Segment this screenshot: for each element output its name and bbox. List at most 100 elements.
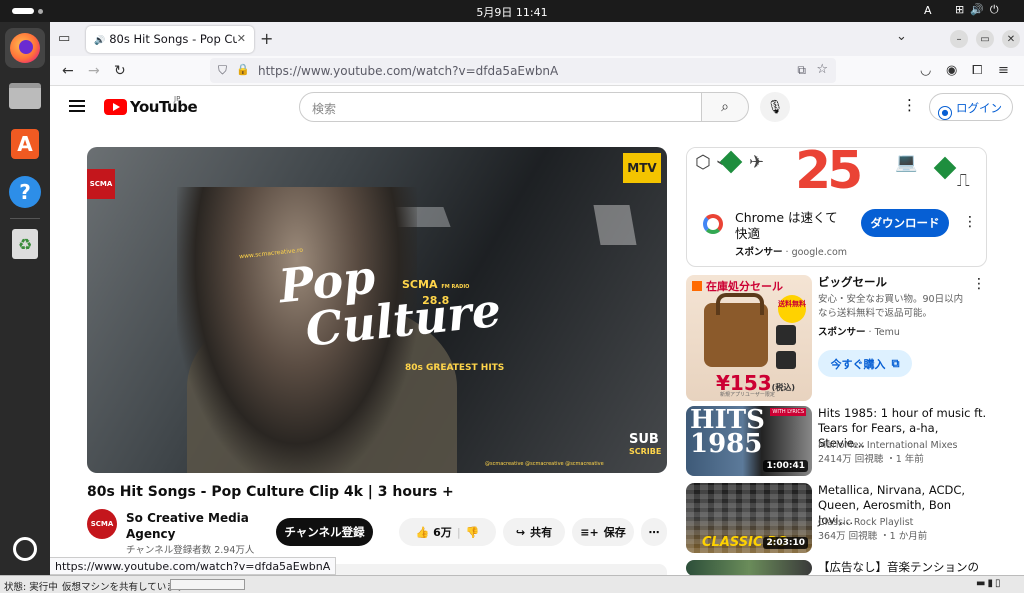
temu-ad-image[interactable]: 在庫処分セール 送料無料 ¥153(税込) 新規アプリユーザー限定 bbox=[686, 275, 812, 401]
login-label: ログイン bbox=[956, 101, 1002, 115]
buy-now-label: 今すぐ購入 bbox=[830, 357, 886, 371]
doodle-icon: ✈ bbox=[749, 152, 765, 173]
account-icon[interactable]: ◉ bbox=[946, 63, 957, 78]
video-thumbnail[interactable]: CLASSIC RO 2:03:10 bbox=[686, 483, 812, 553]
url-text[interactable]: https://www.youtube.com/watch?v=dfda5aEw… bbox=[258, 64, 558, 78]
like-count: 6万 bbox=[433, 526, 452, 539]
video-thumbnail[interactable] bbox=[686, 560, 812, 575]
app-center-icon[interactable]: A bbox=[5, 124, 45, 164]
ceiling-light bbox=[593, 205, 637, 245]
overlay-radio: SCMA FM RADIO 28.8 bbox=[402, 278, 469, 307]
overlay-subtitle: 80s GREATEST HITS bbox=[405, 363, 505, 373]
guide-menu-icon[interactable] bbox=[69, 100, 85, 112]
menu-icon[interactable]: ≡ bbox=[998, 63, 1009, 78]
share-button[interactable]: ↪ 共有 bbox=[503, 518, 565, 546]
extensions-icon[interactable]: ⧠ bbox=[972, 63, 982, 78]
video-thumbnail[interactable]: HITS 1985 WITH LYRICS 1:00:41 bbox=[686, 406, 812, 476]
gem-icon bbox=[933, 156, 957, 180]
speaker-icon[interactable]: 🔊 bbox=[94, 36, 105, 46]
system-tray-icons[interactable]: ⊞🔊⏻ bbox=[955, 3, 1005, 17]
channel-name[interactable]: So Creative Media Agency bbox=[126, 510, 266, 542]
tab-bar: ▭ 🔊 80s Hit Songs - Pop Cultu ✕ + ⌄ – ▭ ✕ bbox=[50, 22, 1024, 56]
google-g-icon bbox=[703, 214, 723, 234]
temu-ad-more-icon[interactable]: ⋮ bbox=[972, 276, 986, 292]
like-button[interactable]: 👍 6万 bbox=[416, 524, 452, 540]
minimize-icon[interactable]: – bbox=[950, 30, 968, 48]
back-icon[interactable]: ← bbox=[62, 63, 74, 79]
device-icons[interactable]: ▬▮▯ bbox=[976, 578, 1002, 589]
chevron-down-icon[interactable]: ⌄ bbox=[896, 29, 907, 44]
mtv-logo: MTV bbox=[623, 153, 661, 183]
scma-badge: SCMA bbox=[87, 169, 115, 199]
new-tab-icon[interactable]: + bbox=[260, 29, 273, 48]
shield-icon[interactable]: ⛉ bbox=[218, 63, 227, 78]
thumbs-up-icon: 👍 bbox=[415, 526, 430, 539]
ad-more-icon[interactable]: ⋮ bbox=[963, 214, 977, 230]
show-apps-icon[interactable] bbox=[13, 537, 37, 561]
related-video-channel[interactable]: Classic Rock Playlist bbox=[818, 516, 913, 530]
clock[interactable]: 5月9日 11:41 bbox=[0, 4, 1024, 20]
share-icon: ↪ bbox=[515, 525, 526, 539]
buy-now-button[interactable]: 今すぐ購入 ⧉ bbox=[818, 350, 912, 377]
vm-status-bar: 状態: 実行中 仮想マシンを共有しています... ▬▮▯ bbox=[0, 575, 1024, 593]
radio-name: SCMA bbox=[402, 278, 438, 291]
forward-icon[interactable]: → bbox=[88, 63, 100, 79]
tab-title: 80s Hit Songs - Pop Cultu bbox=[109, 32, 238, 46]
video-player[interactable]: SCMA MTV www.scmacreative.ro Pop Culture… bbox=[87, 147, 667, 473]
voice-search-button[interactable]: 🎙 bbox=[760, 92, 790, 122]
save-button[interactable]: ≡+ 保存 bbox=[572, 518, 634, 546]
tab-youtube[interactable]: 🔊 80s Hit Songs - Pop Cultu ✕ bbox=[86, 26, 254, 53]
temu-ad-sponsor: スポンサー · Temu bbox=[818, 327, 900, 338]
external-link-icon: ⧉ bbox=[891, 356, 900, 370]
input-method-indicator[interactable]: A bbox=[924, 4, 932, 17]
video-duration: 2:03:10 bbox=[763, 537, 808, 549]
tab-list-icon[interactable]: ▭ bbox=[58, 31, 70, 46]
like-dislike-group: 👍 6万 | 👎 bbox=[399, 518, 496, 546]
ubuntu-dock: A ? ♻ bbox=[0, 22, 50, 575]
firefox-icon[interactable] bbox=[5, 28, 45, 68]
picture-in-picture-icon[interactable]: ⧉ bbox=[797, 63, 806, 78]
user-icon: ● bbox=[938, 106, 952, 120]
lock-icon[interactable]: 🔒 bbox=[236, 63, 250, 76]
free-shipping-tag: 送料無料 bbox=[778, 295, 806, 323]
thumbs-down-icon[interactable]: 👎 bbox=[466, 526, 480, 539]
close-window-icon[interactable]: ✕ bbox=[1002, 30, 1020, 48]
youtube-page: YouTube JP 検索 ⌕ 🎙 ⋮ ● ログイン SCMA MTV www.s… bbox=[50, 86, 1024, 575]
bag-small-image bbox=[776, 351, 796, 369]
playlist-add-icon: ≡+ bbox=[580, 525, 599, 539]
ad-image-header: 在庫処分セール bbox=[686, 275, 812, 295]
pocket-icon[interactable]: ◡ bbox=[920, 63, 931, 78]
more-actions-icon[interactable]: ⋯ bbox=[641, 518, 667, 546]
close-tab-icon[interactable]: ✕ bbox=[237, 32, 246, 45]
subscribe-button[interactable]: チャンネル登録 bbox=[276, 518, 373, 546]
link-hover-url: https://www.youtube.com/watch?v=dfda5aEw… bbox=[50, 557, 337, 575]
restore-icon[interactable]: ▭ bbox=[976, 30, 994, 48]
download-button[interactable]: ダウンロード bbox=[861, 209, 949, 237]
share-label: 共有 bbox=[530, 526, 553, 539]
youtube-logo-text[interactable]: YouTube bbox=[130, 98, 198, 116]
trash-icon[interactable]: ♻ bbox=[5, 224, 45, 264]
bookmark-star-icon[interactable]: ☆ bbox=[816, 62, 828, 77]
youtube-logo-icon[interactable] bbox=[104, 99, 127, 115]
video-title: 80s Hit Songs - Pop Culture Clip 4k | 3 … bbox=[87, 484, 454, 500]
temu-ad-title[interactable]: ビッグセール bbox=[818, 275, 988, 290]
login-button[interactable]: ● ログイン bbox=[929, 93, 1013, 121]
settings-more-icon[interactable]: ⋮ bbox=[902, 96, 917, 114]
bag-small-image bbox=[776, 325, 796, 345]
save-label: 保存 bbox=[603, 526, 626, 539]
channel-avatar[interactable]: SCMA bbox=[87, 509, 117, 539]
system-top-bar: 5月9日 11:41 A ⊞🔊⏻ bbox=[0, 0, 1024, 22]
doodle-icon: ⎍ bbox=[957, 170, 970, 191]
related-video-title[interactable]: 【広告なし】音楽テンションの bbox=[818, 560, 1018, 575]
search-button[interactable]: ⌕ bbox=[701, 92, 749, 122]
bag-image bbox=[704, 293, 768, 367]
search-input[interactable]: 検索 bbox=[299, 92, 702, 122]
ad-note: 新規アプリユーザー限定 bbox=[720, 392, 775, 398]
address-bar[interactable]: ⛉ 🔒 https://www.youtube.com/watch?v=dfda… bbox=[210, 58, 836, 83]
reload-icon[interactable]: ↻ bbox=[114, 63, 126, 79]
chrome-ad[interactable]: ⬡ ⌁ ✈ 25 💻 ⎍ Chrome は速くて快適 スポンサー · googl… bbox=[686, 147, 987, 267]
help-icon[interactable]: ? bbox=[5, 172, 45, 212]
files-icon[interactable] bbox=[5, 76, 45, 116]
microphone-icon: 🎙 bbox=[766, 99, 784, 115]
related-video-channel[interactable]: MarioMex International Mixes bbox=[818, 439, 958, 453]
